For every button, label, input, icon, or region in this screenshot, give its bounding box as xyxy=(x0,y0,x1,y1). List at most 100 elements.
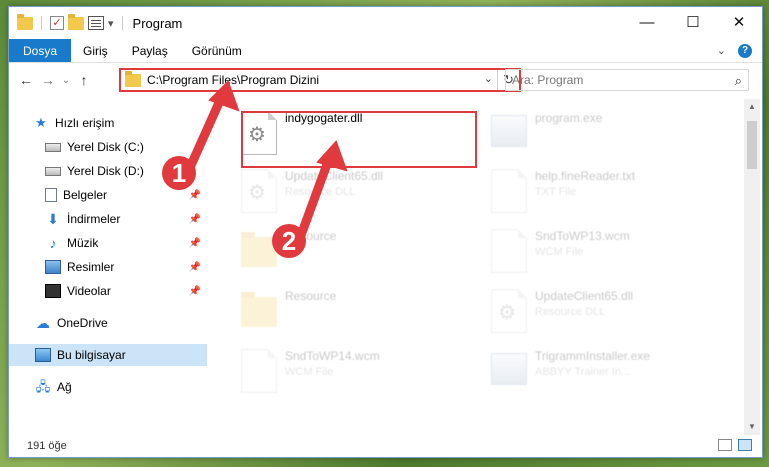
sidebar-item-this-pc[interactable]: Bu bilgisayar xyxy=(9,344,207,366)
step-1-badge: 1 xyxy=(162,156,196,190)
sidebar-item-label: Videolar xyxy=(67,284,111,298)
wcm-file-icon xyxy=(491,229,527,273)
sidebar-item-label: Müzik xyxy=(67,236,99,250)
list-item[interactable]: TrigrammInstaller.exe ABBYY Trainer In..… xyxy=(483,343,723,399)
disk-icon xyxy=(45,166,61,176)
minimize-button[interactable]: — xyxy=(624,7,670,37)
up-button[interactable]: ↑ xyxy=(73,72,95,88)
vertical-scrollbar[interactable]: ▲ ▼ xyxy=(744,99,760,435)
star-icon: ★ xyxy=(35,115,47,130)
toolbar-divider xyxy=(41,16,42,30)
folder-icon xyxy=(241,292,277,327)
sidebar-item-videos[interactable]: Videolar 📌 xyxy=(9,280,207,302)
document-icon xyxy=(45,188,57,202)
address-bar[interactable]: C:\Program Files\Program Dizini ⌄ ↻ xyxy=(119,68,521,92)
file-name: SndToWP13.wcm xyxy=(535,229,630,243)
recent-locations-icon[interactable]: ⌄ xyxy=(59,75,73,86)
tab-share[interactable]: Paylaş xyxy=(120,39,180,62)
window-controls: — ☐ ✕ xyxy=(624,7,762,37)
scroll-down-icon[interactable]: ▼ xyxy=(744,419,760,435)
tab-file[interactable]: Dosya xyxy=(9,39,72,62)
file-name: Resource xyxy=(285,289,337,303)
address-row: ← → ⌄ ↑ C:\Program Files\Program Dizini … xyxy=(9,64,762,96)
list-item[interactable]: UpdateClient65.dll Resource DLL xyxy=(483,283,723,339)
list-item[interactable]: Resource xyxy=(233,223,473,279)
close-button[interactable]: ✕ xyxy=(716,7,762,37)
toolbar-dropdown-icon[interactable]: ▾ xyxy=(108,17,114,30)
sidebar-item-pictures[interactable]: Resimler 📌 xyxy=(9,256,207,278)
file-name: SndToWP14.wcm xyxy=(285,349,380,363)
sidebar-item-label: İndirmeler xyxy=(67,212,121,226)
sidebar-item-label: Yerel Disk (C:) xyxy=(67,140,144,154)
help-icon[interactable]: ? xyxy=(738,43,752,58)
pin-icon[interactable]: 📌 xyxy=(189,262,201,273)
exe-file-icon xyxy=(491,115,527,147)
sidebar-item-label: Resimler xyxy=(67,260,115,274)
explorer-window: ✓ ▾ Program — ☐ ✕ Dosya Giriş Paylaş Gör… xyxy=(8,6,763,458)
new-folder-icon[interactable] xyxy=(68,13,84,30)
scroll-up-icon[interactable]: ▲ xyxy=(744,99,760,115)
sidebar-item-music[interactable]: ♪ Müzik 📌 xyxy=(9,232,207,254)
maximize-button[interactable]: ☐ xyxy=(670,7,716,37)
dll-file-icon xyxy=(241,169,277,213)
file-type: TXT File xyxy=(535,186,577,198)
list-item[interactable]: program.exe xyxy=(483,105,723,161)
forward-button[interactable]: → xyxy=(37,72,59,88)
pin-icon[interactable]: 📌 xyxy=(189,214,201,225)
scroll-thumb[interactable] xyxy=(747,121,757,169)
title-bar: ✓ ▾ Program — ☐ ✕ xyxy=(9,7,762,39)
navigation-pane: ★ Hızlı erişim Yerel Disk (C:) Yerel Dis… xyxy=(9,102,209,422)
file-name: TrigrammInstaller.exe xyxy=(535,349,650,363)
list-item[interactable]: help.fineReader.txt TXT File xyxy=(483,163,723,219)
details-view-icon[interactable] xyxy=(718,439,732,451)
sidebar-item-quick-access[interactable]: ★ Hızlı erişim xyxy=(9,112,207,134)
sidebar-item-label: Yerel Disk (D:) xyxy=(67,164,144,178)
pin-icon[interactable]: 📌 xyxy=(189,190,201,201)
pin-icon[interactable]: 📌 xyxy=(189,286,201,297)
folder-icon xyxy=(125,70,141,87)
file-type: WCM File xyxy=(285,366,334,378)
window-title: Program xyxy=(132,15,183,31)
status-bar: 191 öğe xyxy=(9,435,762,457)
search-placeholder: Ara: Program xyxy=(512,73,584,87)
download-icon: ⬇ xyxy=(47,211,59,227)
file-name: program.exe xyxy=(535,111,603,125)
sidebar-item-label: OneDrive xyxy=(57,316,108,330)
file-name: UpdateClient65.dll xyxy=(535,289,634,303)
pin-icon[interactable]: 📌 xyxy=(189,238,201,249)
sidebar-item-label: Belgeler xyxy=(63,188,108,202)
disk-icon xyxy=(45,142,61,152)
text-file-icon xyxy=(491,169,527,213)
list-item[interactable]: SndToWP14.wcm WCM File xyxy=(233,343,473,399)
address-path[interactable]: C:\Program Files\Program Dizini xyxy=(147,73,319,87)
tab-view[interactable]: Görünüm xyxy=(180,39,254,62)
large-icons-view-icon[interactable] xyxy=(738,439,752,451)
music-icon: ♪ xyxy=(49,235,57,251)
sidebar-item-onedrive[interactable]: ☁ OneDrive xyxy=(9,312,207,334)
customize-toolbar-icon[interactable] xyxy=(88,16,104,30)
network-icon: 🖧 xyxy=(35,379,51,394)
search-box[interactable]: Ara: Program ⌕ xyxy=(505,69,749,91)
dll-file-icon xyxy=(491,289,527,333)
sidebar-item-disk-c[interactable]: Yerel Disk (C:) xyxy=(9,136,207,158)
file-type: WCM File xyxy=(535,246,584,258)
list-item[interactable]: Resource xyxy=(233,283,473,339)
file-name: UpdateClient65.dll xyxy=(285,169,384,183)
list-item[interactable]: UpdateClient65.dll Resource DLL xyxy=(233,163,473,219)
search-icon[interactable]: ⌕ xyxy=(735,73,742,89)
step-2-badge: 2 xyxy=(272,224,306,258)
sidebar-item-label: Bu bilgisayar xyxy=(57,348,126,362)
ribbon-expand-icon[interactable]: ⌄ xyxy=(717,44,726,57)
sidebar-item-downloads[interactable]: ⬇ İndirmeler 📌 xyxy=(9,208,207,230)
address-dropdown-icon[interactable]: ⌄ xyxy=(484,72,493,85)
ribbon-tabs: Dosya Giriş Paylaş Görünüm ⌄ ? xyxy=(9,39,762,63)
file-name: help.fineReader.txt xyxy=(535,169,636,183)
exe-file-icon xyxy=(491,353,527,385)
back-button[interactable]: ← xyxy=(15,72,37,88)
file-type: Resource DLL xyxy=(535,306,606,318)
sidebar-item-network[interactable]: 🖧 Ağ xyxy=(9,376,207,398)
list-item[interactable]: SndToWP13.wcm WCM File xyxy=(483,223,723,279)
tab-home[interactable]: Giriş xyxy=(71,39,120,62)
computer-icon xyxy=(35,348,51,362)
properties-check-icon[interactable]: ✓ xyxy=(50,16,64,30)
